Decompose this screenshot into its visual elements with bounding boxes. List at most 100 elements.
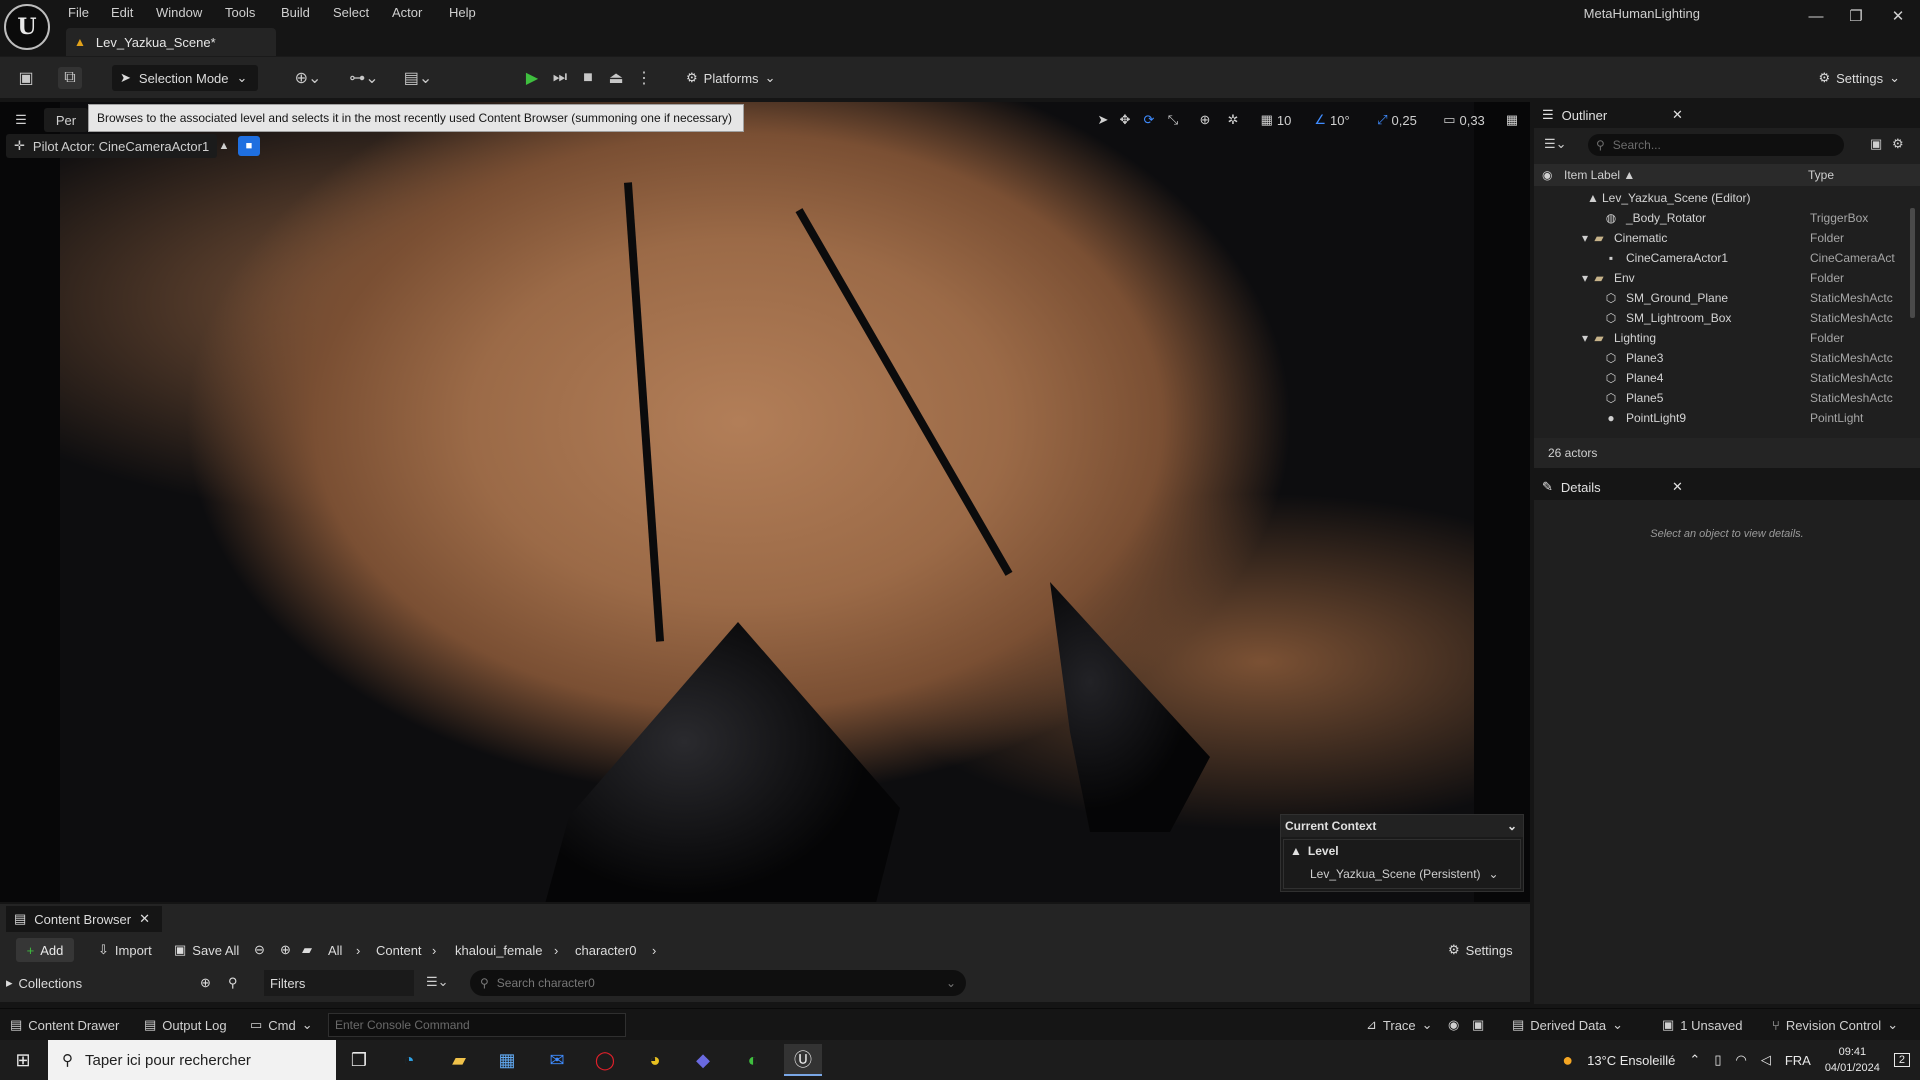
- trace-dropdown[interactable]: ⊿ Trace ⌄: [1366, 1015, 1433, 1035]
- chevron-down-icon[interactable]: ▾: [1578, 331, 1592, 345]
- breadcrumb-character0[interactable]: character0: [575, 938, 636, 962]
- scale-snap-toggle[interactable]: ⤢ 0,25: [1370, 108, 1424, 132]
- rotation-snap-toggle[interactable]: ∠ 10°: [1308, 108, 1356, 132]
- visibility-icon[interactable]: ◉: [1542, 168, 1552, 182]
- details-tab[interactable]: ✎ Details ✕: [1534, 474, 1920, 500]
- import-button[interactable]: ⇩ Import: [98, 938, 152, 962]
- outliner-tab[interactable]: ☰ Outliner ✕: [1534, 102, 1920, 128]
- save-all-button[interactable]: ▣ Save All: [174, 938, 239, 962]
- outliner-row[interactable]: ⬡ Plane3 StaticMeshActc: [1534, 348, 1906, 368]
- world-space-icon[interactable]: ⊕: [1194, 108, 1216, 132]
- content-search[interactable]: ⚲ Search character0 ⌄: [470, 970, 966, 996]
- output-log-button[interactable]: ▤ Output Log: [144, 1015, 227, 1035]
- outliner-row[interactable]: ▪ CineCameraActor1 CineCameraAct: [1534, 248, 1906, 268]
- folder-icon[interactable]: ▰: [302, 938, 312, 962]
- console-input[interactable]: Enter Console Command: [328, 1013, 626, 1037]
- play-icon[interactable]: ▶: [520, 67, 544, 89]
- col-item-label[interactable]: Item Label ▲: [1564, 168, 1635, 182]
- stop-icon[interactable]: ■: [576, 67, 600, 89]
- chrome-browser-icon[interactable]: ◕: [636, 1044, 674, 1076]
- outliner-search[interactable]: ⚲ Search...: [1588, 134, 1844, 156]
- close-tab-icon[interactable]: ✕: [139, 911, 150, 927]
- revision-control-dropdown[interactable]: ⑂ Revision Control ⌄: [1772, 1015, 1898, 1035]
- filter-dropdown-icon[interactable]: ☰⌄: [426, 974, 462, 994]
- notification-badge[interactable]: 2: [1893, 1053, 1910, 1067]
- weather-text[interactable]: 13°C Ensoleillé: [1587, 1053, 1675, 1068]
- derived-data-dropdown[interactable]: ▤ Derived Data ⌄: [1512, 1015, 1623, 1035]
- taskbar-search[interactable]: ⚲ Taper ici pour rechercher: [48, 1040, 336, 1080]
- translate-tool-icon[interactable]: ✥: [1114, 108, 1136, 132]
- browse-level-icon[interactable]: ⧉: [58, 67, 82, 89]
- task-view-icon[interactable]: ❒: [340, 1044, 378, 1076]
- menu-tools[interactable]: Tools: [225, 2, 255, 22]
- scale-tool-icon[interactable]: ⤡: [1162, 108, 1184, 132]
- outliner-scrollbar[interactable]: [1910, 208, 1915, 318]
- teams-icon[interactable]: ◆: [684, 1044, 722, 1076]
- level-tab[interactable]: ▲ Lev_Yazkua_Scene*: [66, 28, 276, 56]
- history-forward-icon[interactable]: ⊕: [280, 938, 291, 962]
- outliner-row[interactable]: ▾ ▰ Env Folder: [1534, 268, 1906, 288]
- menu-actor[interactable]: Actor: [392, 2, 422, 22]
- minimize-button[interactable]: —: [1800, 4, 1832, 28]
- tray-chevron-icon[interactable]: ⌃: [1689, 1052, 1700, 1068]
- outliner-row[interactable]: ⬡ Plane5 StaticMeshActc: [1534, 388, 1906, 408]
- language-indicator[interactable]: FRA: [1785, 1053, 1811, 1068]
- selection-mode-dropdown[interactable]: ➤ Selection Mode ⌄: [112, 65, 258, 91]
- collections-section[interactable]: ▸ Collections ⊕ ⚲: [6, 970, 256, 996]
- breadcrumb-all[interactable]: All: [328, 938, 342, 962]
- select-tool-icon[interactable]: ➤: [1092, 108, 1114, 132]
- outliner-row[interactable]: ▾ ▰ Lighting Folder: [1534, 328, 1906, 348]
- outliner-row[interactable]: ⬡ SM_Ground_Plane StaticMeshActc: [1534, 288, 1906, 308]
- record-icon[interactable]: ◉: [1448, 1015, 1459, 1035]
- cmd-dropdown[interactable]: ▭ Cmd ⌄: [250, 1015, 313, 1035]
- gear-icon[interactable]: ⚙: [1892, 136, 1904, 152]
- close-tab-icon[interactable]: ✕: [1672, 107, 1683, 123]
- volume-icon[interactable]: ◁: [1761, 1052, 1771, 1068]
- close-button[interactable]: ✕: [1882, 4, 1914, 28]
- opera-browser-icon[interactable]: ◯: [586, 1044, 624, 1076]
- menu-help[interactable]: Help: [449, 2, 476, 22]
- add-button[interactable]: + Add: [16, 938, 74, 962]
- menu-file[interactable]: File: [68, 2, 89, 22]
- cb-settings-button[interactable]: ⚙ Settings: [1448, 938, 1513, 962]
- settings-dropdown[interactable]: ⚙ Settings ⌄: [1818, 65, 1900, 91]
- blueprint-icon[interactable]: ⊶⌄: [344, 67, 384, 89]
- microsoft-store-icon[interactable]: ▦: [488, 1044, 526, 1076]
- windows-start-icon[interactable]: ⊞: [4, 1044, 42, 1076]
- outliner-row[interactable]: ● PointLight9 PointLight: [1534, 408, 1906, 428]
- content-browser-tab[interactable]: ▤ Content Browser ✕: [6, 906, 162, 932]
- rotate-tool-icon[interactable]: ⟳: [1138, 108, 1160, 132]
- menu-select[interactable]: Select: [333, 2, 369, 22]
- eject-pilot-icon[interactable]: ▲: [214, 136, 234, 156]
- unsaved-button[interactable]: ▣ 1 Unsaved: [1662, 1015, 1742, 1035]
- add-actor-icon[interactable]: ⊕⌄: [288, 67, 328, 89]
- col-type[interactable]: Type: [1808, 168, 1834, 182]
- pilot-camera-icon[interactable]: ■: [238, 136, 260, 156]
- content-drawer-button[interactable]: ▤ Content Drawer: [10, 1015, 119, 1035]
- camera-speed-button[interactable]: ▭ 0,33: [1436, 108, 1492, 132]
- add-folder-icon[interactable]: ▣: [1870, 136, 1882, 152]
- viewport-menu-icon[interactable]: ☰: [8, 108, 34, 132]
- platforms-dropdown[interactable]: ⚙ Platforms ⌄: [686, 65, 786, 91]
- grid-snap-toggle[interactable]: ▦ 10: [1254, 108, 1298, 132]
- breadcrumb-khaloui-female[interactable]: khaloui_female: [455, 938, 542, 962]
- layout-icon[interactable]: ▦: [1500, 108, 1524, 132]
- mail-icon[interactable]: ✉: [538, 1044, 576, 1076]
- wifi-icon[interactable]: ◠: [1735, 1052, 1746, 1068]
- menu-window[interactable]: Window: [156, 2, 202, 22]
- edge-browser-icon[interactable]: ◔: [390, 1044, 428, 1076]
- step-icon[interactable]: ⏭: [548, 67, 572, 89]
- context-level-dropdown[interactable]: Lev_Yazkua_Scene (Persistent) ⌄: [1290, 862, 1520, 886]
- search-icon[interactable]: ⚲: [228, 975, 238, 991]
- cinematics-icon[interactable]: ▤⌄: [398, 67, 438, 89]
- unreal-editor-taskbar-icon[interactable]: Ⓤ: [784, 1044, 822, 1076]
- screenshot-icon[interactable]: ▣: [1472, 1015, 1484, 1035]
- epic-launcher-icon[interactable]: ◐: [734, 1044, 772, 1076]
- eject-icon[interactable]: ⏏: [604, 67, 628, 89]
- restore-button[interactable]: ❐: [1840, 4, 1872, 28]
- outliner-row[interactable]: ▾ ▰ Cinematic Folder: [1534, 228, 1906, 248]
- outliner-row[interactable]: ◍ _Body_Rotator TriggerBox: [1534, 208, 1906, 228]
- outliner-row[interactable]: ⬡ Plane4 StaticMeshActc: [1534, 368, 1906, 388]
- chevron-down-icon[interactable]: ▾: [1578, 271, 1592, 285]
- save-icon[interactable]: ▣: [14, 67, 38, 89]
